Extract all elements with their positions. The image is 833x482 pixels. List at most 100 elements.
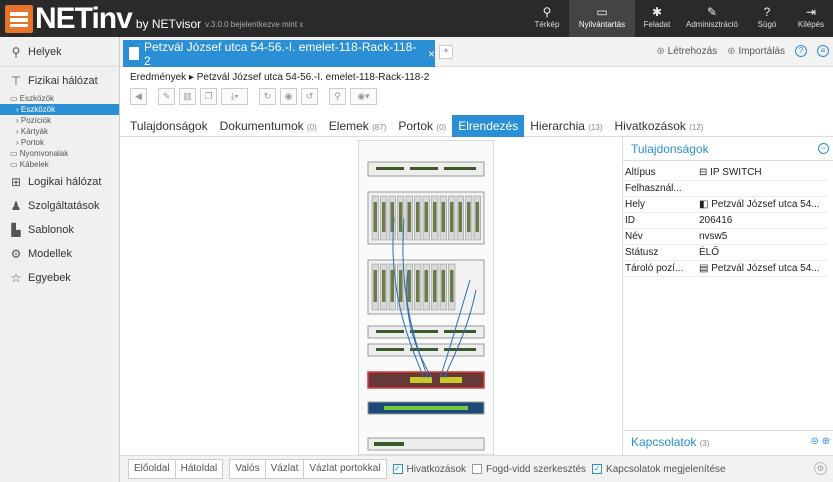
layout-canvas[interactable] [120, 137, 622, 455]
show-connections-checkbox[interactable]: ✓ Kapcsolatok megjelenítése [592, 464, 726, 475]
connections-header[interactable]: Kapcsolatok (3) ⊜ ⊕ [623, 430, 833, 452]
tab-strip: Petzvál József utca 54-56.-I. emelet-118… [120, 37, 833, 68]
logo-icon [5, 4, 33, 33]
tab-portok[interactable]: Portok (0) [392, 115, 452, 137]
export-icon[interactable]: ⤓▾ [221, 88, 248, 105]
slot-ports [416, 270, 420, 302]
slot-ports [450, 270, 454, 302]
sidebar-item-kabelek[interactable]: ▭ Kábelek [0, 159, 119, 170]
sidebar-item-eszkozok[interactable]: ▭ Eszközök [0, 93, 119, 104]
tab-dokumentumok[interactable]: Dokumentumok (0) [214, 115, 323, 137]
template-icon: ▙ [11, 223, 21, 237]
logout-icon: ⇥ [805, 5, 817, 19]
back-icon[interactable]: ◀ [130, 88, 147, 105]
nav-adminisztracio[interactable]: ✎ Adminisztráció [679, 0, 745, 37]
import-button[interactable]: ⊕ Importálás [727, 46, 785, 57]
nav-terkep[interactable]: ⚲ Térkép [525, 0, 569, 37]
location-link[interactable]: ◧ Petzvál József utca 54... [699, 197, 829, 212]
close-icon[interactable]: × [428, 47, 435, 61]
folder-icon: ▭ [10, 149, 20, 158]
panel-actions[interactable]: ⊜ ⊕ [810, 431, 830, 453]
nav-feladat[interactable]: ✱ Feladat [635, 0, 679, 37]
rack-diagram[interactable] [358, 140, 494, 455]
help-circle-icon[interactable]: ? [795, 45, 807, 57]
selected-switch [367, 371, 485, 389]
slot-ports [382, 202, 386, 232]
bottom-bar: Előoldal Hátoldal Valós Vázlat Vázlat po… [120, 455, 833, 482]
sidebar-item-egyebek[interactable]: ☆ Egyebek [0, 266, 119, 290]
slot-ports [458, 202, 462, 232]
record-icon[interactable]: ◉ [280, 88, 297, 105]
sidebar-item-poziciok[interactable]: › Pozíciók [0, 115, 119, 126]
slot-ports [424, 270, 428, 302]
collapse-icon[interactable]: − [818, 143, 829, 154]
sidebar-item-portok[interactable]: › Portok [0, 137, 119, 148]
nav-nyilvantartas[interactable]: ▭ Nyilvántartás [569, 0, 635, 37]
breadcrumb-root[interactable]: Eredmények [130, 72, 186, 83]
prop-row: Név nvsw5 [625, 229, 829, 245]
refresh-icon[interactable]: ↻ [259, 88, 276, 105]
help-icon: ? [763, 5, 771, 19]
add-tab-button[interactable]: + [439, 45, 453, 59]
slot-ports [390, 270, 394, 302]
side-toggle: Előoldal Hátoldal [128, 459, 224, 479]
list-circle-icon[interactable]: ≡ [817, 45, 829, 57]
prop-row: Hely ◧ Petzvál József utca 54... [625, 197, 829, 213]
slot-ports [399, 270, 403, 302]
sidebar-item-logikai[interactable]: ⊞ Logikai hálózat [0, 170, 119, 194]
document-icon [129, 47, 139, 60]
network-icon: ⊞ [10, 175, 22, 189]
front-button[interactable]: Előoldal [129, 460, 176, 478]
link-icon[interactable]: ⚲ [329, 88, 346, 105]
sidebar-item-szolgaltatasok[interactable]: ♟ Szolgáltatások [0, 194, 119, 218]
map-marker-icon: ⚲ [11, 45, 21, 59]
sketch-ports-button[interactable]: Vázlat portokkal [304, 460, 385, 478]
nav-sugo[interactable]: ? Súgó [745, 0, 789, 37]
nav-kilepes[interactable]: ⇥ Kilépés [789, 0, 833, 37]
container-link[interactable]: ▤ Petzvál József utca 54... [699, 261, 829, 276]
edit-icon[interactable]: ✎ [158, 88, 175, 105]
sidebar-item-fizikai[interactable]: ⊤ Fizikai hálózat [0, 69, 119, 93]
patch-panel-1 [367, 161, 485, 177]
history-icon[interactable]: ↺ [301, 88, 318, 105]
dragdrop-checkbox[interactable]: Fogd-vidd szerkesztés [472, 464, 586, 475]
slot-ports [467, 202, 471, 232]
view-icon[interactable]: ◉▾ [350, 88, 377, 105]
tab-hierarchia[interactable]: Hierarchia (13) [524, 115, 608, 137]
links-checkbox[interactable]: ✓ Hivatkozások [392, 464, 466, 475]
sidebar-item-eszkozok-sub[interactable]: › Eszközök [0, 104, 119, 115]
sidebar-item-helyek[interactable]: ⚲ Helyek [0, 40, 119, 64]
tab-elemek[interactable]: Elemek (87) [323, 115, 393, 137]
sidebar-item-modellek[interactable]: ⚙ Modellek [0, 242, 119, 266]
sidebar-item-nyomvonalak[interactable]: ▭ Nyomvonalak [0, 148, 119, 159]
sidebar-item-sablonok[interactable]: ▙ Sablonok [0, 218, 119, 242]
slot-ports [433, 270, 437, 302]
slot-ports [433, 202, 437, 232]
slot-ports [475, 202, 479, 232]
create-button[interactable]: ⊕ Létrehozás [656, 46, 717, 57]
tab-tulajdonsagok[interactable]: Tulajdonságok [120, 115, 214, 137]
tab-elrendezes[interactable]: Elrendezés [452, 115, 525, 137]
check-icon: ✓ [392, 464, 403, 474]
sketch-button[interactable]: Vázlat [266, 460, 305, 478]
toolbar: ◀ ✎ ▥ ❐ ⤓▾ ↻ ◉ ↺ ⚲ ◉▾ [130, 88, 377, 106]
inbox-icon: ▭ [596, 5, 608, 19]
copy-icon[interactable]: ❐ [200, 88, 217, 105]
rack-icon: ◧ [699, 199, 712, 210]
real-button[interactable]: Valós [230, 460, 266, 478]
delete-icon[interactable]: ▥ [179, 88, 196, 105]
tab-actions: ⊕ Létrehozás ⊕ Importálás ? ≡ [656, 45, 829, 57]
prop-row: Altípus ⊟ IP SWITCH [625, 165, 829, 181]
checkbox-empty-icon [472, 464, 482, 474]
sidebar-item-kartyak[interactable]: › Kártyák [0, 126, 119, 137]
settings-circle-icon[interactable]: ⚙ [814, 462, 827, 475]
slot-ports [373, 270, 377, 302]
top-bar: NETinv by NETvisor v.3.0.0 bejelentkezve… [0, 0, 833, 37]
tab-rack[interactable]: Petzvál József utca 54-56.-I. emelet-118… [123, 40, 435, 68]
version-text: v.3.0.0 bejelentkezve mint x [205, 20, 304, 29]
back-button[interactable]: Hátoldal [176, 460, 223, 478]
tab-hivatkozasok[interactable]: Hivatkozások (12) [609, 115, 710, 137]
slot-ports [450, 202, 454, 232]
breadcrumb: Eredmények ▸ Petzvál József utca 54-56.-… [130, 72, 429, 83]
view-toggle: Valós Vázlat Vázlat portokkal [229, 459, 387, 479]
